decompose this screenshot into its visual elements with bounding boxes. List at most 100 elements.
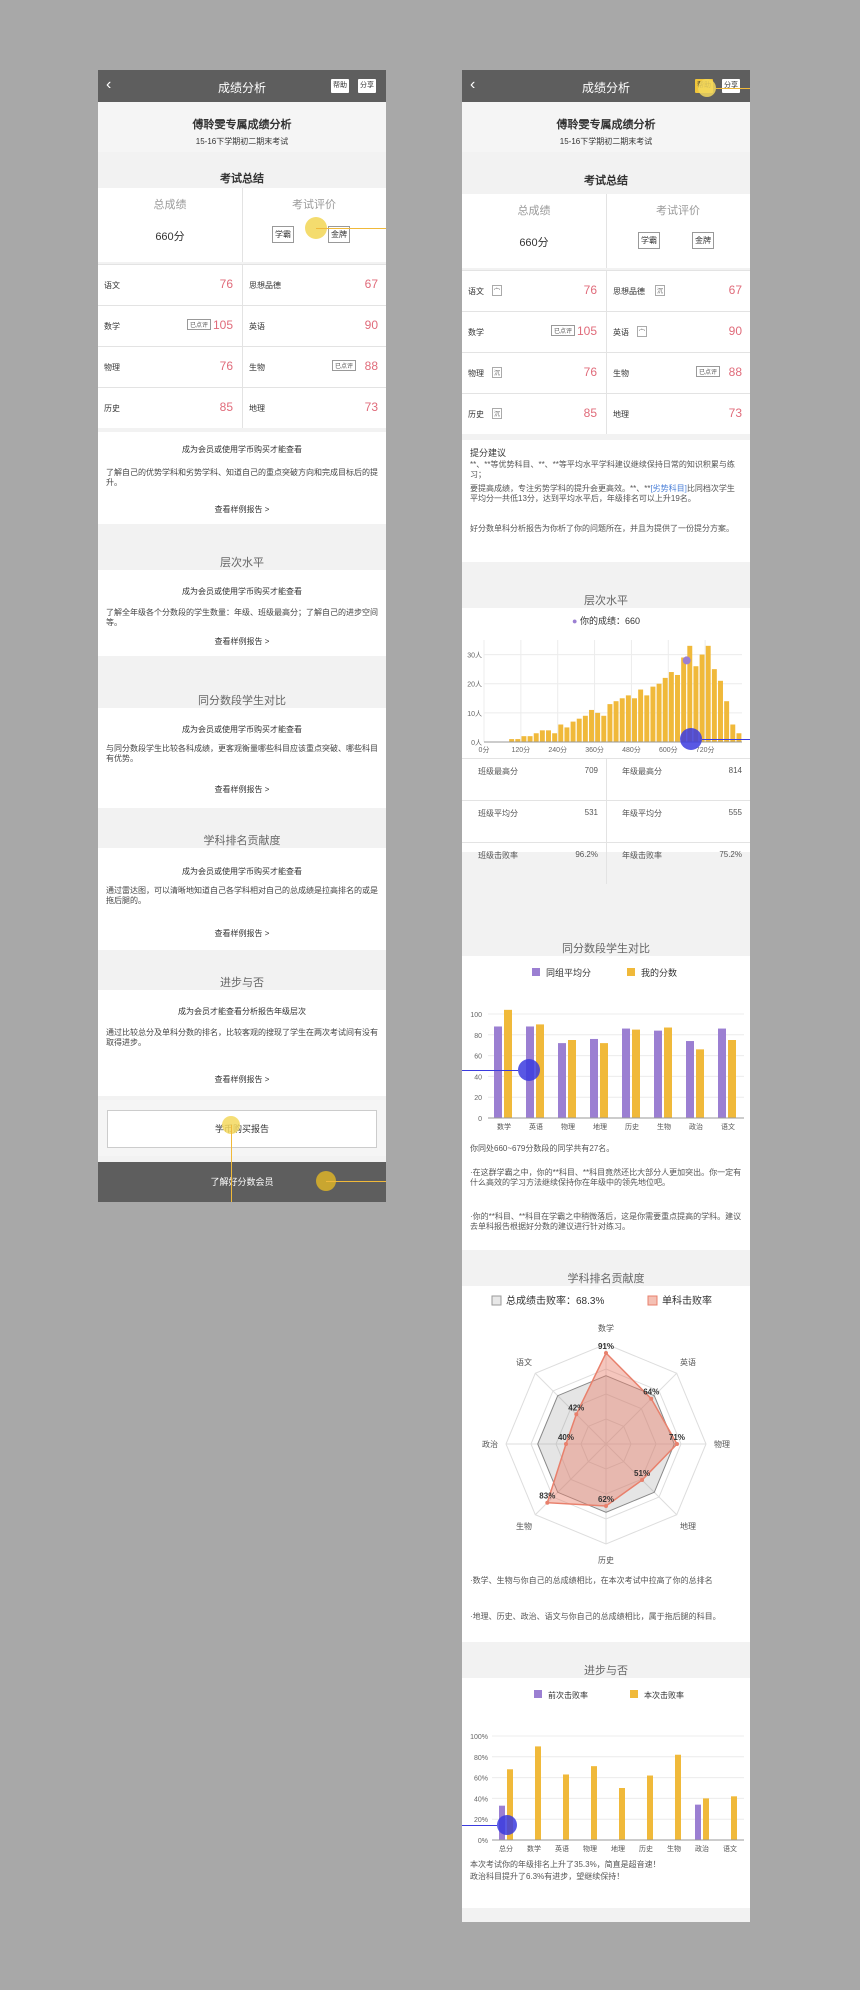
subject-name: 语文 — [468, 287, 484, 296]
radar-point — [545, 1500, 550, 1505]
phone-screen-left: ‹ 成绩分析 帮助 分享 傅聆雯专属成绩分析 15-16下学期初二期末考试 考试… — [98, 70, 386, 1202]
x-tick-label: 120分 — [512, 745, 531, 754]
y-tick-label: 100 — [470, 1012, 482, 1019]
subject-name: 地理 — [249, 404, 265, 413]
histogram-bar — [595, 712, 601, 742]
locked-title: 成为会员或使用学币购买才能查看 — [182, 867, 302, 876]
histogram-bar — [521, 736, 527, 742]
subject-cell[interactable]: 思想品德 沉 67 — [607, 271, 750, 311]
bar — [494, 1026, 502, 1118]
data-label: 91% — [598, 1342, 614, 1351]
bar — [696, 1049, 704, 1118]
pointer-line — [462, 1825, 497, 1826]
locked-title: 成为会员才能查看分析报告年级层次 — [178, 1007, 306, 1016]
member-button[interactable]: 了解好分数会员 — [98, 1162, 386, 1202]
subject-cell[interactable]: 历史沉 85 — [462, 394, 605, 434]
subject-score: 76 — [219, 277, 233, 291]
axis-label: 物理 — [714, 1439, 730, 1449]
subject-cell[interactable]: 英语宀 90 — [607, 312, 750, 352]
axis-label: 英语 — [680, 1357, 696, 1367]
total-label: 总成绩 — [517, 205, 551, 217]
data-label: 83% — [539, 1492, 555, 1501]
subject-name: 数学 — [468, 328, 484, 337]
phone-screen-right: ‹ 成绩分析 帮助 分享 傅聆雯专属成绩分析 15-16下学期初二期末考试 考试… — [462, 70, 750, 1922]
subject-cell[interactable]: 历史 85 — [98, 388, 241, 428]
y-tick-label: 10人 — [467, 710, 482, 718]
share-button[interactable]: 分享 — [722, 79, 740, 93]
histogram-bar — [644, 695, 650, 742]
y-tick-label: 30人 — [467, 652, 482, 660]
sample-report-link[interactable]: 查看样例报告 > — [98, 1074, 386, 1085]
buy-report-button[interactable]: 学币购买报告 — [107, 1110, 377, 1148]
pointer-line — [716, 88, 750, 89]
bar — [695, 1804, 701, 1840]
legend-label: 前次击败率 — [548, 1690, 588, 1700]
bar — [590, 1038, 598, 1118]
peer-text-2: ·在这群学霸之中，你的**科目、**科目竟然还比大部分人更加突出。你一定有什么高… — [470, 1168, 742, 1187]
radar-point — [564, 1442, 568, 1446]
histogram-bar — [705, 645, 711, 742]
subject-cell[interactable]: 物理沉 76 — [462, 353, 605, 393]
peer-panel: 同组平均分 我的分数 0 20 40 60 80 100 数学 英语 物理 地理 历史 生物 政治 语文 你同… — [462, 956, 750, 1250]
histogram-bar — [724, 701, 730, 742]
subject-row: 数学 已点评 105 英语宀 90 — [462, 311, 750, 352]
subject-cell[interactable]: 数学 已点评 105 — [462, 312, 605, 352]
subject-name: 历史 — [104, 404, 120, 413]
reviewed-tag[interactable]: 已点评 — [186, 319, 211, 330]
reviewed-tag[interactable]: 已点评 — [331, 360, 356, 371]
x-tick-label: 数学 — [497, 1122, 511, 1131]
histogram-bar — [552, 733, 558, 742]
reviewed-tag[interactable]: 已点评 — [695, 366, 720, 377]
reviewed-tag[interactable]: 已点评 — [550, 325, 575, 336]
sample-report-link[interactable]: 查看样例报告 > — [98, 636, 386, 647]
weak-subject-link[interactable]: [劣势科目] — [650, 484, 686, 493]
section-rank-title: 学科排名贡献度 — [203, 835, 281, 847]
subject-cell[interactable]: 思想品德 67 — [243, 265, 386, 305]
radar-point — [640, 1478, 645, 1483]
subject-name: 地理 — [613, 410, 629, 419]
badge-jinpai: 金牌 — [692, 232, 714, 249]
pointer-line — [702, 739, 750, 740]
stat-value: 96.2% — [575, 850, 598, 859]
eval-label: 考试评价 — [292, 199, 336, 211]
advice-p3: 好分数单科分析报告为你析了你的问题所在，并且为提供了一份提分方案。 — [470, 524, 734, 533]
subject-cell[interactable]: 生物 已点评 88 — [607, 353, 750, 393]
section-progress-title: 进步与否 — [220, 977, 264, 989]
y-tick-label: 80% — [474, 1755, 488, 1762]
subject-cell[interactable]: 数学 已点评 105 — [98, 306, 241, 346]
axis-label: 政治 — [482, 1439, 498, 1449]
share-button[interactable]: 分享 — [358, 79, 376, 93]
subject-score: 67 — [728, 283, 742, 297]
histogram-bar — [533, 733, 539, 742]
stat-value: 531 — [584, 808, 598, 817]
subject-cell[interactable]: 生物 已点评 88 — [243, 347, 386, 387]
section-summary-title: 考试总结 — [584, 175, 628, 187]
histogram-bar — [564, 727, 570, 742]
progress-text-1: 本次考试你的年级排名上升了35.3%，简直是超音速！ — [470, 1860, 661, 1869]
histogram-bar — [570, 721, 576, 742]
data-label: 40% — [558, 1433, 574, 1442]
sample-report-link[interactable]: 查看样例报告 > — [98, 928, 386, 939]
stat-label: 班级平均分 — [478, 809, 518, 818]
subject-cell[interactable]: 物理 76 — [98, 347, 241, 387]
y-tick-label: 60% — [474, 1776, 488, 1783]
bar — [703, 1798, 709, 1840]
total-label: 总成绩 — [153, 199, 187, 211]
subject-cell[interactable]: 语文宀 76 — [462, 271, 605, 311]
subject-cell[interactable]: 英语 90 — [243, 306, 386, 346]
subject-score: 88 — [728, 365, 742, 379]
subject-cell[interactable]: 地理 73 — [607, 394, 750, 434]
histogram-bar — [527, 736, 533, 742]
histogram-bar — [675, 674, 680, 742]
subject-cell[interactable]: 语文 76 — [98, 265, 241, 305]
histogram-bar — [625, 695, 631, 742]
sample-report-link[interactable]: 查看样例报告 > — [98, 784, 386, 795]
bar — [654, 1030, 662, 1118]
peer-text-1: 你同处660~679分数段的同学共有27名。 — [470, 1144, 615, 1153]
subject-cell[interactable]: 地理 73 — [243, 388, 386, 428]
locked-peer: 成为会员或使用学币购买才能查看 与同分数段学生比较各科成绩，更客观衡量哪些科目应… — [98, 708, 386, 808]
sample-report-link[interactable]: 查看样例报告 > — [98, 504, 386, 515]
help-button[interactable]: 帮助 — [331, 79, 349, 93]
x-tick-label: 政治 — [695, 1844, 709, 1853]
x-tick-label: 360分 — [585, 745, 604, 754]
